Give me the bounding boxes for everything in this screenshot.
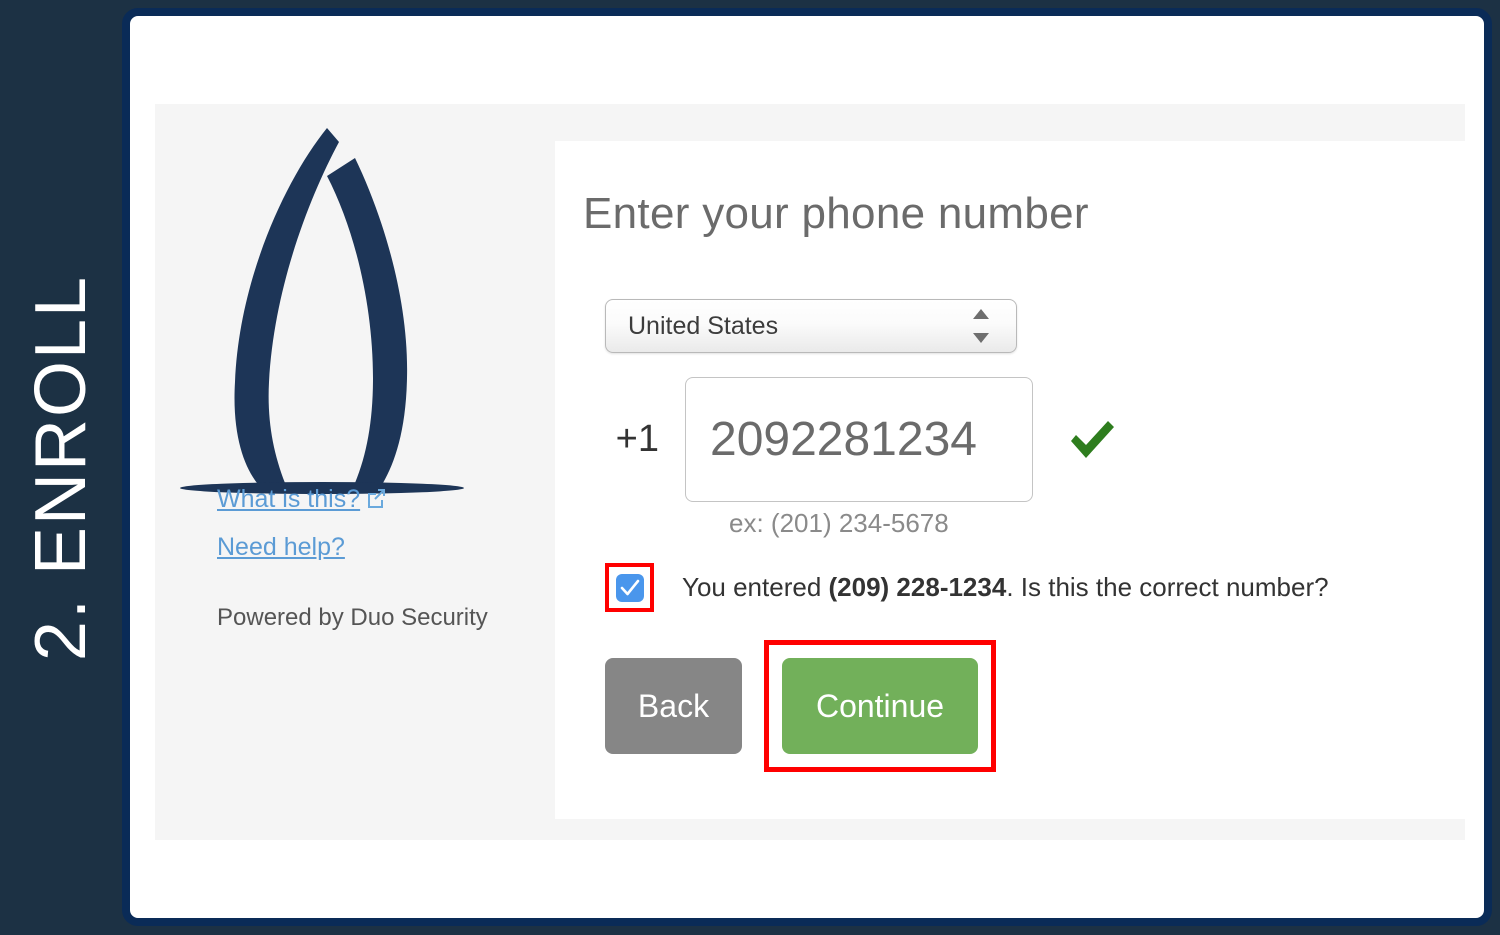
valid-checkmark-icon <box>1067 417 1117 463</box>
checkmark-icon <box>620 579 639 595</box>
enrollment-step-label: 2. ENROLL <box>21 274 101 661</box>
confirm-number-checkbox[interactable] <box>615 573 644 602</box>
duo-security-logo <box>180 128 464 494</box>
country-code-label: +1 <box>615 418 659 460</box>
confirm-phone-number: (209) 228-1234 <box>828 572 1007 602</box>
need-help-link[interactable]: Need help? <box>217 533 527 562</box>
confirm-text-after: . Is this the correct number? <box>1006 572 1329 602</box>
powered-by-text: Powered by Duo Security <box>217 604 488 631</box>
confirm-row: You entered (209) 228-1234. Is this the … <box>605 563 1425 612</box>
country-select[interactable]: United States <box>605 299 1017 353</box>
stepper-arrows-icon <box>968 309 994 343</box>
country-select-value: United States <box>628 311 779 340</box>
phone-number-input[interactable] <box>685 377 1033 502</box>
what-is-this-label: What is this? <box>217 485 361 513</box>
phone-format-hint: ex: (201) 234-5678 <box>729 508 949 538</box>
confirm-checkbox-highlight <box>605 563 654 612</box>
need-help-label: Need help? <box>217 533 345 561</box>
continue-button[interactable]: Continue <box>782 658 978 754</box>
country-row: United States <box>605 299 1425 353</box>
button-row: Back Continue <box>605 640 1425 772</box>
enrollment-card: What is this? Need help? Powered by Duo … <box>122 8 1492 926</box>
continue-button-highlight: Continue <box>764 640 996 772</box>
confirm-text-before: You entered <box>682 572 829 602</box>
external-link-icon <box>365 487 387 516</box>
back-button[interactable]: Back <box>605 658 742 754</box>
page-title: Enter your phone number <box>583 189 1089 238</box>
phone-enrollment-form: Enter your phone number United States +1 <box>555 141 1465 819</box>
confirm-number-text: You entered (209) 228-1234. Is this the … <box>682 572 1329 603</box>
phone-row: +1 <box>605 377 1425 502</box>
duo-prompt-panel: What is this? Need help? Powered by Duo … <box>155 104 1465 840</box>
brand-column: What is this? Need help? Powered by Duo … <box>155 104 527 840</box>
enrollment-step-sidebar: 2. ENROLL <box>0 0 122 935</box>
brand-links: What is this? Need help? <box>217 485 527 562</box>
what-is-this-link[interactable]: What is this? <box>217 485 527 516</box>
